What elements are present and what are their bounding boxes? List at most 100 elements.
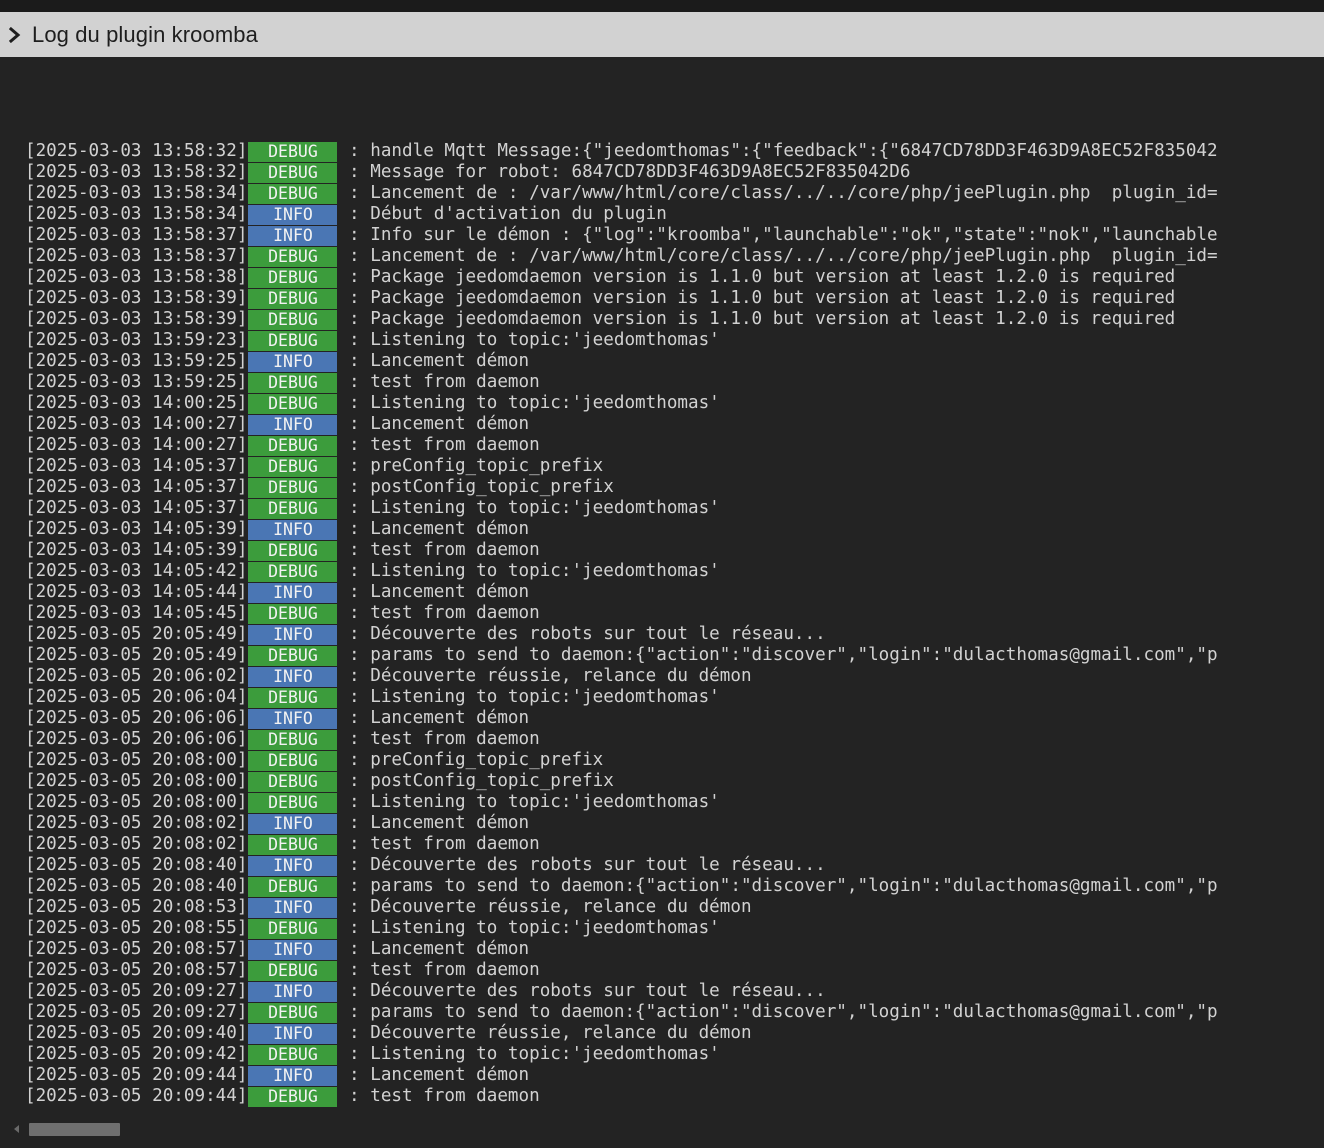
log-message: : Lancement démon [338, 813, 530, 833]
log-line: [2025-03-03 13:58:34] INFO : Début d'acti… [25, 204, 1324, 225]
log-timestamp: [2025-03-03 14:05:45] [25, 603, 248, 623]
log-message: : Listening to topic:'jeedomthomas' [338, 792, 720, 812]
log-timestamp: [2025-03-03 14:05:44] [25, 582, 248, 602]
log-level-badge: DEBUG [248, 498, 338, 519]
log-timestamp: [2025-03-05 20:06:02] [25, 666, 248, 686]
log-timestamp: [2025-03-03 14:00:25] [25, 393, 248, 413]
scroll-left-arrow-icon[interactable] [14, 1125, 19, 1133]
log-line: [2025-03-03 13:58:37] INFO : Info sur le … [25, 225, 1324, 246]
log-message: : test from daemon [338, 372, 540, 392]
log-line: [2025-03-05 20:08:00] DEBUG : postConfig_… [25, 771, 1324, 792]
log-line: [2025-03-03 13:59:23] DEBUG : Listening t… [25, 330, 1324, 351]
window-top-strip [0, 0, 1324, 12]
log-message: : Package jeedomdaemon version is 1.1.0 … [338, 267, 1176, 287]
log-level-badge: INFO [248, 519, 338, 540]
log-message: : Listening to topic:'jeedomthomas' [338, 498, 720, 518]
log-level-badge: DEBUG [248, 1044, 338, 1065]
log-level-badge: DEBUG [248, 540, 338, 561]
log-level-badge: DEBUG [248, 162, 338, 183]
log-line: [2025-03-03 14:05:39] DEBUG : test from d… [25, 540, 1324, 561]
log-message: : test from daemon [338, 603, 540, 623]
log-level-badge: INFO [248, 1065, 338, 1086]
log-line: [2025-03-05 20:06:06] DEBUG : test from d… [25, 729, 1324, 750]
log-timestamp: [2025-03-05 20:08:00] [25, 792, 248, 812]
log-message: : Listening to topic:'jeedomthomas' [338, 918, 720, 938]
log-level-badge: DEBUG [248, 1002, 338, 1023]
log-timestamp: [2025-03-03 13:58:34] [25, 183, 248, 203]
log-message: : test from daemon [338, 435, 540, 455]
chevron-right-icon[interactable] [8, 26, 22, 43]
log-level-badge: DEBUG [248, 267, 338, 288]
log-viewer[interactable]: [2025-03-03 13:58:32] DEBUG : handle Mqtt… [0, 57, 1324, 1148]
log-level-badge: DEBUG [248, 1086, 338, 1107]
log-timestamp: [2025-03-05 20:08:00] [25, 750, 248, 770]
log-message: : Découverte des robots sur tout le rése… [338, 624, 826, 644]
log-level-badge: DEBUG [248, 960, 338, 981]
log-timestamp: [2025-03-03 13:58:32] [25, 141, 248, 161]
log-timestamp: [2025-03-05 20:08:57] [25, 960, 248, 980]
log-level-badge: DEBUG [248, 645, 338, 666]
log-message: : test from daemon [338, 960, 540, 980]
log-timestamp: [2025-03-03 14:05:39] [25, 519, 248, 539]
log-message: : Message for robot: 6847CD78DD3F463D9A8… [338, 162, 911, 182]
log-line: [2025-03-03 14:05:37] DEBUG : Listening t… [25, 498, 1324, 519]
log-message: : Lancement démon [338, 939, 530, 959]
log-line: [2025-03-03 13:58:39] DEBUG : Package jee… [25, 309, 1324, 330]
scrollbar-thumb[interactable] [29, 1123, 120, 1136]
log-message: : Lancement démon [338, 708, 530, 728]
log-timestamp: [2025-03-03 14:05:42] [25, 561, 248, 581]
log-level-badge: DEBUG [248, 246, 338, 267]
log-message: : test from daemon [338, 834, 540, 854]
log-level-badge: INFO [248, 666, 338, 687]
log-level-badge: DEBUG [248, 729, 338, 750]
log-message: : Découverte des robots sur tout le rése… [338, 981, 826, 1001]
panel-header[interactable]: Log du plugin kroomba [0, 12, 1324, 57]
log-level-badge: DEBUG [248, 477, 338, 498]
log-level-badge: INFO [248, 939, 338, 960]
log-timestamp: [2025-03-05 20:05:49] [25, 624, 248, 644]
log-level-badge: INFO [248, 981, 338, 1002]
log-message: : Lancement démon [338, 351, 530, 371]
log-line: [2025-03-05 20:09:44] INFO : Lancement dé… [25, 1065, 1324, 1086]
log-level-badge: INFO [248, 708, 338, 729]
log-level-badge: INFO [248, 1023, 338, 1044]
log-timestamp: [2025-03-05 20:09:27] [25, 1002, 248, 1022]
log-message: : preConfig_topic_prefix [338, 750, 604, 770]
log-timestamp: [2025-03-03 14:05:39] [25, 540, 248, 560]
log-top-spacer [0, 57, 1324, 138]
log-line: [2025-03-05 20:08:55] DEBUG : Listening t… [25, 918, 1324, 939]
log-level-badge: INFO [248, 855, 338, 876]
log-line: [2025-03-03 13:59:25] DEBUG : test from d… [25, 372, 1324, 393]
log-timestamp: [2025-03-05 20:09:44] [25, 1086, 248, 1106]
log-line: [2025-03-05 20:09:42] DEBUG : Listening t… [25, 1044, 1324, 1065]
log-level-badge: DEBUG [248, 603, 338, 624]
log-timestamp: [2025-03-03 13:58:34] [25, 204, 248, 224]
log-timestamp: [2025-03-05 20:06:04] [25, 687, 248, 707]
log-message: : postConfig_topic_prefix [338, 771, 614, 791]
log-timestamp: [2025-03-03 13:58:38] [25, 267, 248, 287]
log-message: : Package jeedomdaemon version is 1.1.0 … [338, 309, 1176, 329]
log-line: [2025-03-05 20:08:57] INFO : Lancement dé… [25, 939, 1324, 960]
log-level-badge: INFO [248, 624, 338, 645]
log-timestamp: [2025-03-05 20:06:06] [25, 729, 248, 749]
log-line: [2025-03-05 20:08:40] DEBUG : params to s… [25, 876, 1324, 897]
horizontal-scrollbar[interactable] [0, 1120, 1324, 1140]
log-line: [2025-03-05 20:05:49] INFO : Découverte d… [25, 624, 1324, 645]
log-message: : Lancement de : /var/www/html/core/clas… [338, 183, 1218, 203]
log-level-badge: DEBUG [248, 834, 338, 855]
log-timestamp: [2025-03-05 20:09:42] [25, 1044, 248, 1064]
log-line: [2025-03-03 14:00:27] DEBUG : test from d… [25, 435, 1324, 456]
log-timestamp: [2025-03-03 13:59:23] [25, 330, 248, 350]
log-level-badge: INFO [248, 897, 338, 918]
log-message: : Découverte réussie, relance du démon [338, 897, 752, 917]
log-line: [2025-03-05 20:05:49] DEBUG : params to s… [25, 645, 1324, 666]
log-timestamp: [2025-03-05 20:08:40] [25, 855, 248, 875]
log-line: [2025-03-03 13:58:32] DEBUG : Message for… [25, 162, 1324, 183]
log-line: [2025-03-03 14:05:37] DEBUG : postConfig_… [25, 477, 1324, 498]
log-message: : test from daemon [338, 1086, 540, 1106]
log-line: [2025-03-03 14:00:25] DEBUG : Listening t… [25, 393, 1324, 414]
log-message: : Début d'activation du plugin [338, 204, 667, 224]
log-timestamp: [2025-03-05 20:08:53] [25, 897, 248, 917]
log-message: : params to send to daemon:{"action":"di… [338, 1002, 1218, 1022]
log-message: : params to send to daemon:{"action":"di… [338, 645, 1218, 665]
